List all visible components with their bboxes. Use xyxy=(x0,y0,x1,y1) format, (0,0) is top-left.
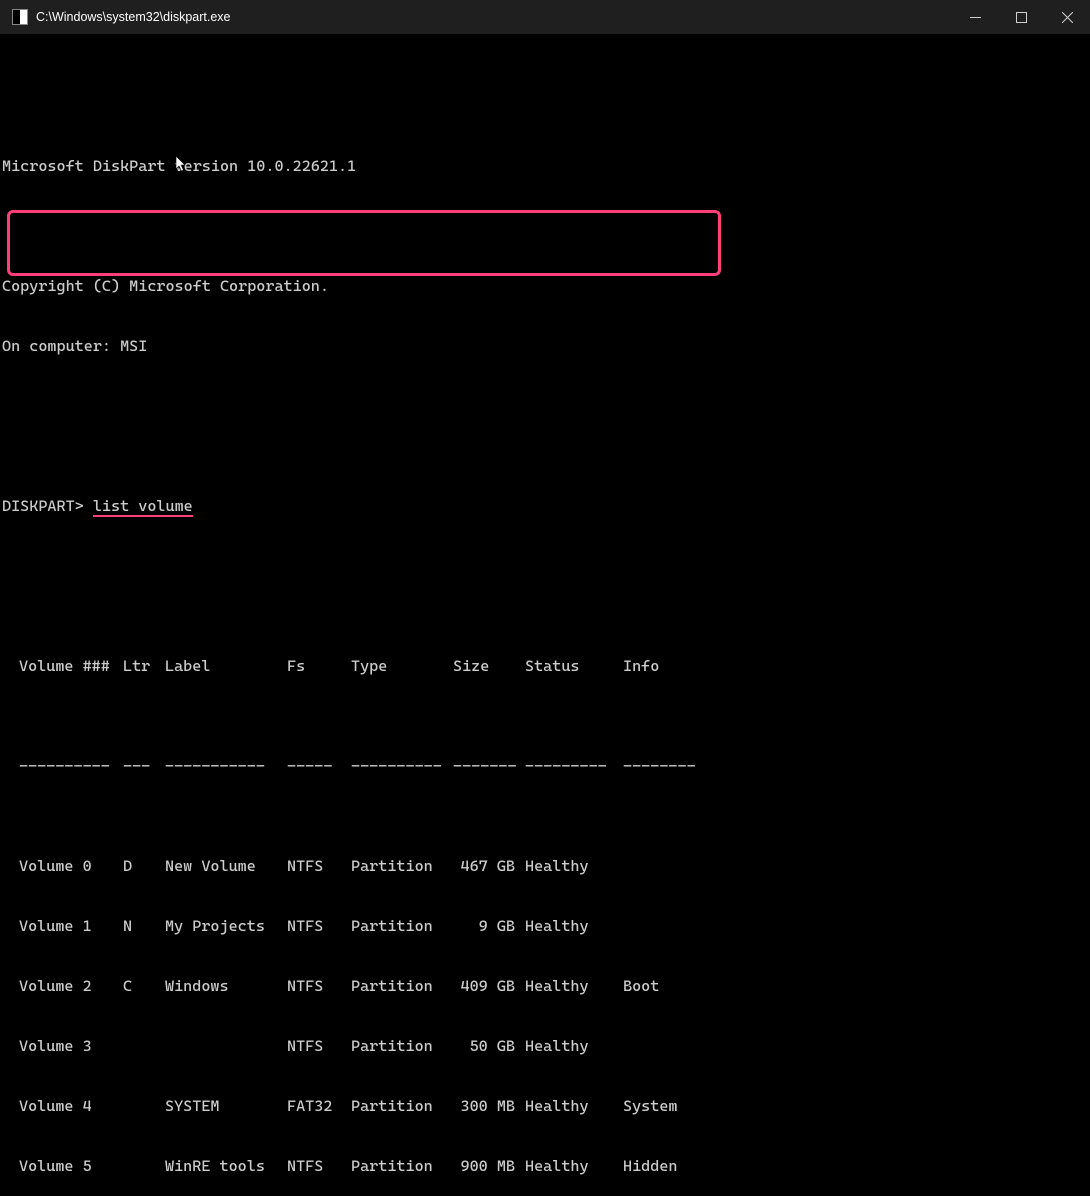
table-row: Volume 1NMy ProjectsNTFSPartition9 GBHea… xyxy=(2,916,1088,936)
col-size: Size xyxy=(453,656,525,676)
table-row: Volume 0DNew VolumeNTFSPartition467 GBHe… xyxy=(2,856,1088,876)
version-line: Microsoft DiskPart version 10.0.22621.1 xyxy=(2,156,1088,176)
app-icon xyxy=(12,9,28,25)
col-status: Status xyxy=(525,656,623,676)
col-type: Type xyxy=(351,656,453,676)
col-info: Info xyxy=(623,656,659,676)
minimize-button[interactable] xyxy=(952,0,998,34)
col-volume: Volume ### xyxy=(19,656,123,676)
col-fs: Fs xyxy=(287,656,351,676)
prompt-line: DISKPART> list volume xyxy=(2,496,1088,516)
table-row: Volume 3NTFSPartition50 GBHealthy xyxy=(2,1036,1088,1056)
maximize-button[interactable] xyxy=(998,0,1044,34)
table-header: Volume ###LtrLabelFsTypeSizeStatusInfo xyxy=(2,656,1088,676)
prompt-label: DISKPART> xyxy=(2,497,84,515)
table-divider: ----------------------------------------… xyxy=(2,756,1088,776)
table-row: Volume 2CWindowsNTFSPartition409 GBHealt… xyxy=(2,976,1088,996)
col-ltr: Ltr xyxy=(123,656,165,676)
col-label: Label xyxy=(165,656,287,676)
close-icon xyxy=(1062,12,1073,23)
window-title: C:\Windows\system32\diskpart.exe xyxy=(36,10,952,24)
computer-line: On computer: MSI xyxy=(2,336,1088,356)
terminal-output[interactable]: Microsoft DiskPart version 10.0.22621.1 … xyxy=(0,34,1090,1196)
typed-command: list volume xyxy=(93,498,193,517)
table-row: Volume 4SYSTEMFAT32Partition300 MBHealth… xyxy=(2,1096,1088,1116)
maximize-icon xyxy=(1016,12,1027,23)
close-button[interactable] xyxy=(1044,0,1090,34)
table-row: Volume 5WinRE toolsNTFSPartition900 MBHe… xyxy=(2,1156,1088,1176)
copyright-line: Copyright (C) Microsoft Corporation. xyxy=(2,276,1088,296)
minimize-icon xyxy=(970,12,981,23)
window-titlebar: C:\Windows\system32\diskpart.exe xyxy=(0,0,1090,34)
